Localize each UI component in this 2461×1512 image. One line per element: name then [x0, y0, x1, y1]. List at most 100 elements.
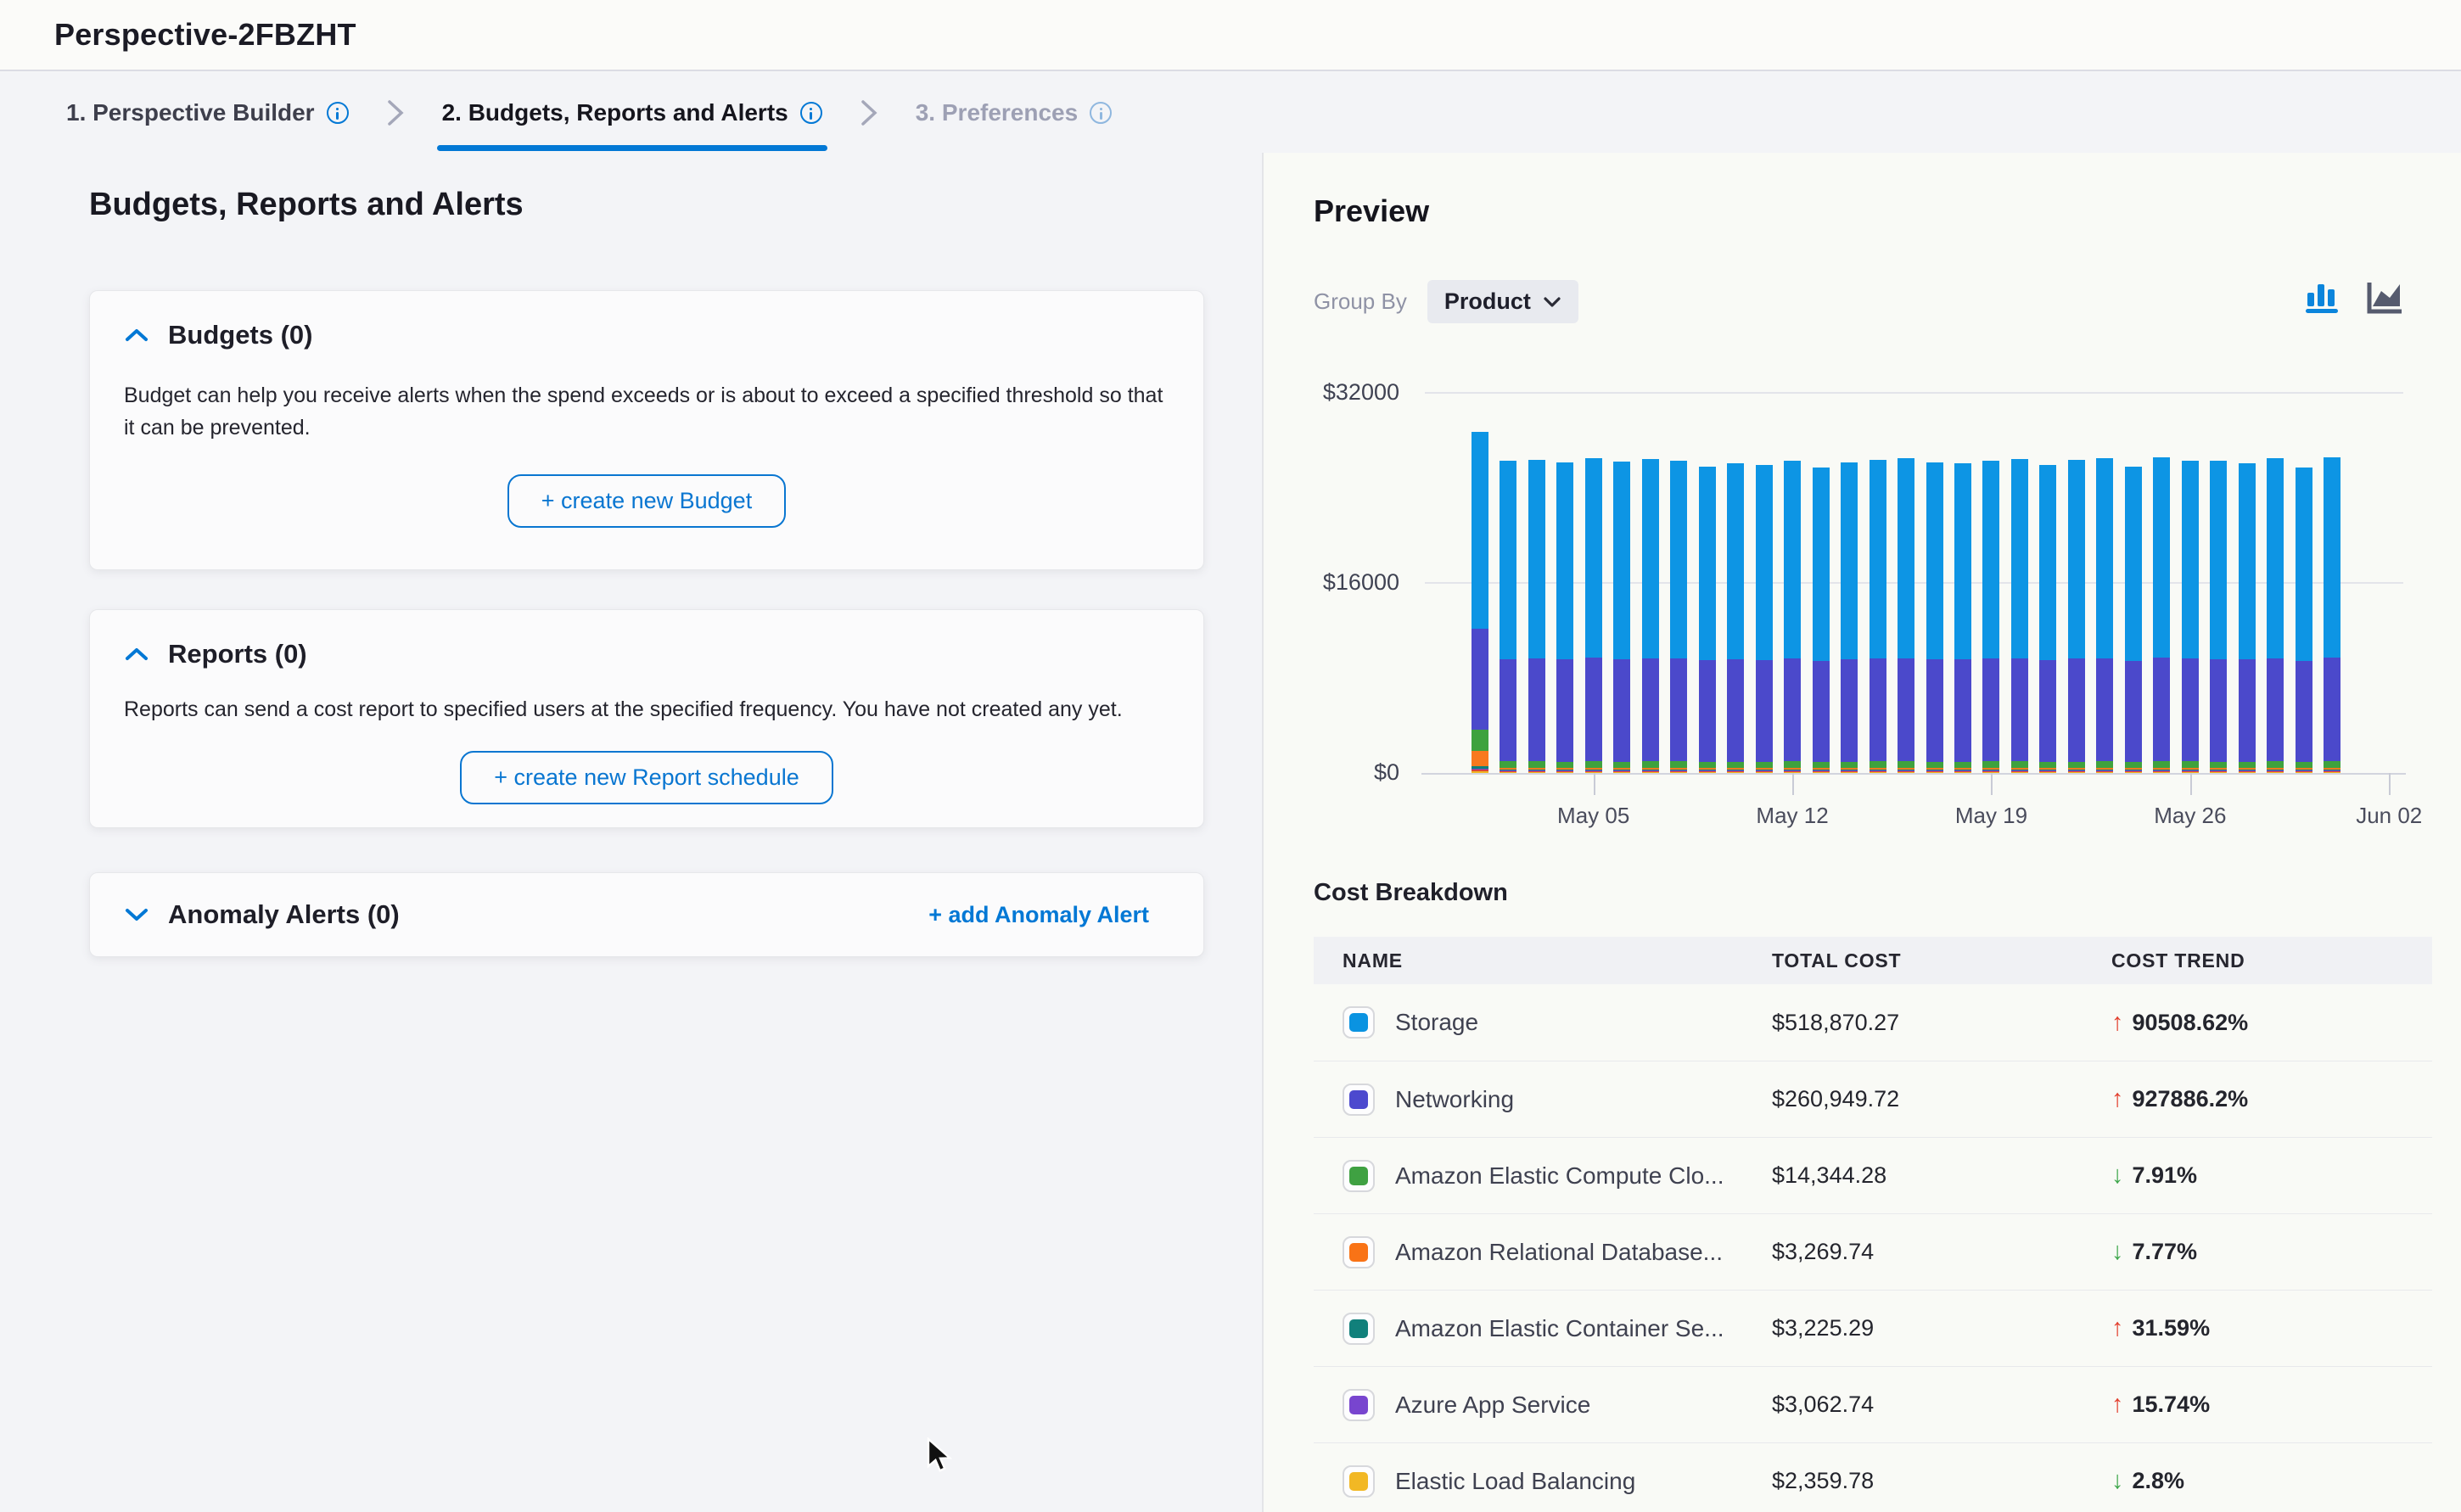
series-color-swatch [1349, 1013, 1368, 1032]
chevron-up-icon[interactable] [124, 641, 149, 667]
bar-segment [1472, 432, 1488, 629]
stacked-bar-may-31[interactable] [2324, 457, 2340, 773]
bar-segment [1756, 772, 1773, 773]
row-name: Azure App Service [1395, 1392, 1590, 1419]
stacked-bar-may-21[interactable] [2039, 465, 2056, 773]
bar-chart-icon[interactable] [2301, 277, 2342, 317]
add-anomaly-alert-link[interactable]: + add Anomaly Alert [928, 902, 1149, 928]
stacked-bar-may-20[interactable] [2011, 459, 2028, 773]
stacked-bar-may-12[interactable] [1784, 461, 1801, 773]
info-icon[interactable] [800, 102, 822, 124]
stacked-bar-may-18[interactable] [1954, 463, 1971, 773]
row-total-cost-cell: $3,062.74 [1772, 1392, 2111, 1418]
row-total-cost: $3,269.74 [1772, 1239, 1874, 1264]
stacked-bar-may-10[interactable] [1727, 463, 1744, 773]
bar-segment [1898, 658, 1914, 761]
bar-segment [1500, 659, 1516, 762]
anomaly-alerts-card: Anomaly Alerts (0) + add Anomaly Alert [89, 872, 1204, 957]
x-axis-tick [1792, 773, 1794, 795]
stacked-bar-may-23[interactable] [2096, 458, 2113, 773]
stacked-bar-may-27[interactable] [2210, 461, 2227, 773]
stacked-bar-may-14[interactable] [1841, 462, 1858, 773]
row-trend-value: 15.74% [2133, 1392, 2211, 1418]
tab-preferences[interactable]: 3. Preferences [916, 73, 1112, 153]
group-by-dropdown[interactable]: Product [1427, 280, 1578, 323]
stacked-bar-may-25[interactable] [2153, 457, 2170, 773]
row-name-cell: Amazon Elastic Compute Clo... [1314, 1160, 1772, 1192]
bar-segment [1472, 751, 1488, 766]
stacked-bar-may-06[interactable] [1613, 462, 1630, 773]
bar-segment [1954, 463, 1971, 660]
area-chart-icon[interactable] [2364, 277, 2405, 317]
stacked-bar-may-19[interactable] [1982, 461, 1999, 773]
info-icon[interactable] [327, 102, 349, 124]
table-row[interactable]: Networking$260,949.72↑927886.2% [1314, 1061, 2432, 1137]
stacked-bar-may-29[interactable] [2267, 458, 2284, 773]
tab-perspective-builder[interactable]: 1. Perspective Builder [66, 73, 349, 153]
stacked-bar-may-05[interactable] [1585, 458, 1602, 774]
preview-title: Preview [1314, 193, 1429, 229]
stacked-bar-may-09[interactable] [1699, 467, 1716, 773]
bar-segment [1898, 458, 1914, 658]
table-row[interactable]: Storage $518,870.27↑90508.62% [1314, 984, 2432, 1061]
chevron-up-icon[interactable] [124, 322, 149, 348]
stacked-bar-may-13[interactable] [1813, 468, 1830, 773]
row-cost-trend-cell: ↑90508.62% [2111, 1010, 2432, 1036]
bar-segment [2068, 762, 2085, 769]
bar-segment [1528, 460, 1545, 658]
bar-segment [2153, 772, 2170, 773]
bar-segment [2153, 457, 2170, 658]
wizard-tabbar: 1. Perspective Builder 2. Budgets, Repor… [0, 73, 2461, 153]
row-total-cost-cell: $518,870.27 [1772, 1010, 2111, 1036]
bar-segment [1784, 658, 1801, 761]
chevron-down-icon[interactable] [124, 902, 149, 927]
bar-segment [2210, 659, 2227, 762]
stacked-bar-may-22[interactable] [2068, 460, 2085, 773]
table-row[interactable]: Amazon Relational Database...$3,269.74↓7… [1314, 1213, 2432, 1290]
stacked-bar-may-26[interactable] [2182, 461, 2199, 773]
stacked-bar-may-15[interactable] [1870, 460, 1886, 773]
stacked-bar-may-16[interactable] [1898, 458, 1914, 773]
bar-segment [1727, 762, 1744, 768]
stacked-bar-may-28[interactable] [2239, 463, 2256, 773]
table-row[interactable]: Amazon Elastic Container Se...$3,225.29↑… [1314, 1290, 2432, 1366]
table-row[interactable]: Elastic Load Balancing$2,359.78↓2.8% [1314, 1442, 2432, 1512]
bar-segment [1870, 658, 1886, 761]
series-color-chip [1343, 1389, 1375, 1421]
reports-description: Reports can send a cost report to specif… [124, 693, 1163, 725]
bar-segment [1813, 762, 1830, 768]
row-name-cell: Amazon Relational Database... [1314, 1236, 1772, 1268]
create-budget-button[interactable]: + create new Budget [507, 474, 786, 528]
stacked-bar-may-04[interactable] [1556, 462, 1573, 773]
series-color-chip [1343, 1084, 1375, 1116]
bar-segment [2011, 459, 2028, 658]
create-report-schedule-button[interactable]: + create new Report schedule [460, 751, 832, 804]
stacked-bar-may-17[interactable] [1926, 462, 1943, 773]
bar-segment [1699, 772, 1716, 773]
row-name: Networking [1395, 1086, 1514, 1113]
info-icon[interactable] [1090, 102, 1112, 124]
stacked-bar-may-30[interactable] [2296, 468, 2312, 773]
bar-segment [1556, 762, 1573, 769]
series-color-chip [1343, 1160, 1375, 1192]
stacked-bar-may-07[interactable] [1642, 459, 1659, 773]
table-row[interactable]: Amazon Elastic Compute Clo...$14,344.28↓… [1314, 1137, 2432, 1213]
row-trend-value: 7.91% [2133, 1162, 2198, 1189]
tab-budgets-reports-alerts[interactable]: 2. Budgets, Reports and Alerts [442, 73, 822, 153]
row-name: Storage [1395, 1009, 1478, 1036]
stacked-bar-may-08[interactable] [1670, 461, 1687, 773]
bar-segment [1528, 772, 1545, 773]
x-axis-tick [1991, 773, 1993, 795]
bar-segment [1870, 761, 1886, 768]
bar-segment [1926, 762, 1943, 769]
bar-segment [1756, 762, 1773, 768]
bar-segment [1556, 772, 1573, 773]
row-total-cost: $2,359.78 [1772, 1468, 1874, 1493]
stacked-bar-may-02[interactable] [1500, 461, 1516, 773]
stacked-bar-may-24[interactable] [2125, 467, 2142, 773]
bar-segment [1556, 659, 1573, 762]
stacked-bar-may-01[interactable] [1472, 432, 1488, 773]
stacked-bar-may-11[interactable] [1756, 465, 1773, 773]
stacked-bar-may-03[interactable] [1528, 460, 1545, 773]
table-row[interactable]: Azure App Service$3,062.74↑15.74% [1314, 1366, 2432, 1442]
